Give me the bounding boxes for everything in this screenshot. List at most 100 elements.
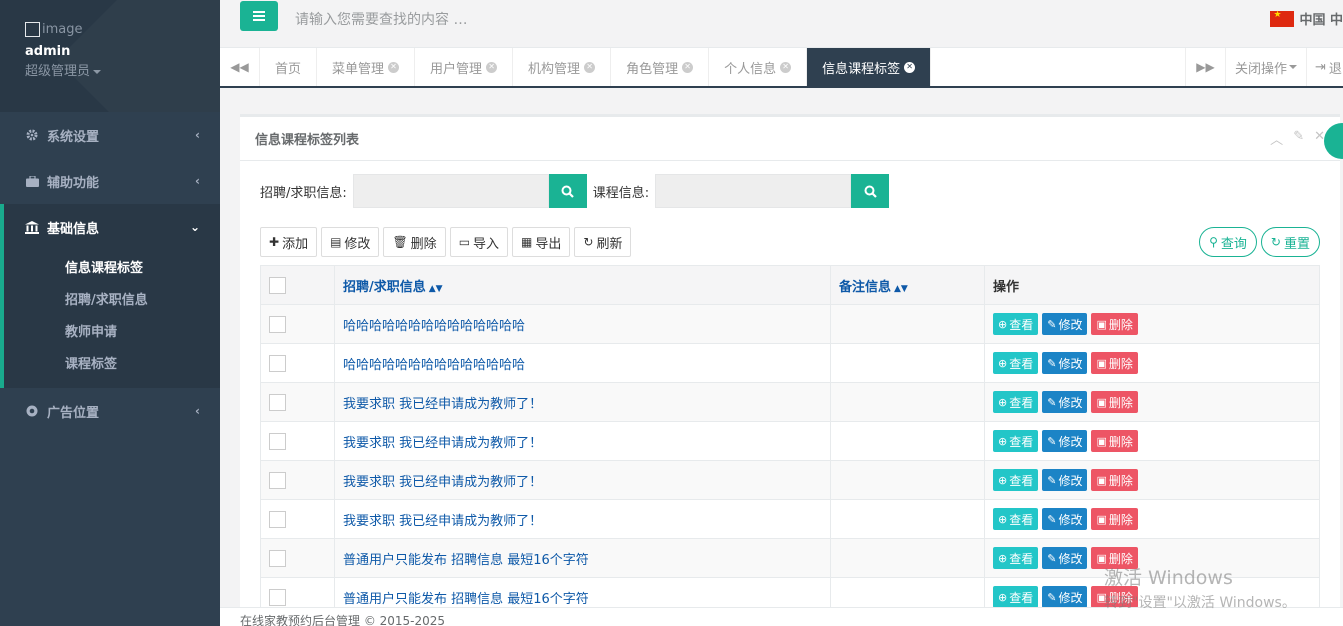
refresh-label: 刷新 bbox=[596, 236, 623, 252]
row-checkbox[interactable] bbox=[269, 354, 286, 372]
select-all-checkbox[interactable] bbox=[269, 276, 286, 294]
row-checkbox[interactable] bbox=[269, 432, 286, 450]
logout-label: 退 bbox=[1328, 61, 1342, 77]
view-button[interactable]: ⊕ 查看 bbox=[993, 430, 1039, 452]
menu-toggle-button[interactable] bbox=[240, 1, 278, 31]
view-button[interactable]: ⊕ 查看 bbox=[993, 352, 1039, 374]
view-button[interactable]: ⊕ 查看 bbox=[993, 391, 1039, 413]
close-icon[interactable]: ✕ bbox=[904, 61, 916, 73]
header-label: 备注信息 bbox=[839, 279, 892, 295]
row-checkbox[interactable] bbox=[269, 588, 286, 606]
file-icon: ▤ bbox=[330, 235, 342, 249]
row-checkbox[interactable] bbox=[269, 510, 286, 528]
sidebar-subitem-course-tag-info[interactable]: 信息课程标签 bbox=[4, 250, 220, 282]
tab-personal-info[interactable]: 个人信息 ✕ bbox=[709, 48, 808, 86]
close-icon[interactable]: ✕ bbox=[486, 61, 498, 73]
header-actions: 操作 bbox=[984, 265, 1320, 305]
close-icon[interactable]: ✕ bbox=[780, 61, 792, 73]
sidebar-subitem-recruit-info[interactable]: 招聘/求职信息 bbox=[4, 282, 220, 314]
language-selector[interactable]: 中国 中 bbox=[1270, 9, 1343, 28]
sidebar-item-ad-position[interactable]: 广告位置 ‹ bbox=[0, 388, 220, 434]
sidebar-subitem-teacher-apply[interactable]: 教师申请 bbox=[4, 314, 220, 346]
edit-button[interactable]: ▤ 修改 bbox=[321, 227, 380, 257]
sidebar-item-aux[interactable]: 辅助功能 ‹ bbox=[0, 158, 220, 204]
delete-button[interactable]: 🗑 删除 bbox=[383, 227, 446, 257]
row-checkbox[interactable] bbox=[269, 393, 286, 411]
row-edit-label: 修改 bbox=[1058, 590, 1083, 605]
row-edit-button[interactable]: ✎ 修改 bbox=[1042, 430, 1088, 452]
edit-icon: ✎ bbox=[1047, 395, 1057, 409]
close-icon[interactable]: ✕ bbox=[682, 61, 694, 73]
tab-org-management[interactable]: 机构管理 ✕ bbox=[513, 48, 612, 86]
row-edit-button[interactable]: ✎ 修改 bbox=[1042, 469, 1088, 491]
tab-menu-management[interactable]: 菜单管理 ✕ bbox=[317, 48, 416, 86]
edit-icon: ✎ bbox=[1047, 356, 1057, 370]
role-dropdown[interactable]: 超级管理员 bbox=[25, 60, 220, 79]
edit-icon: ✎ bbox=[1047, 473, 1057, 487]
row-delete-label: 删除 bbox=[1108, 434, 1133, 449]
search-icon bbox=[864, 185, 877, 198]
view-button[interactable]: ⊕ 查看 bbox=[993, 313, 1039, 335]
actions-cell: ⊕ 查看 ✎ 修改 ▣ 删除 bbox=[984, 343, 1320, 383]
row-delete-button[interactable]: ▣ 删除 bbox=[1091, 469, 1138, 491]
filter-course-input[interactable] bbox=[655, 174, 852, 208]
trash-icon: ▣ bbox=[1096, 590, 1107, 604]
view-label: 查看 bbox=[1009, 512, 1034, 527]
refresh-button[interactable]: ↻ 刷新 bbox=[574, 227, 632, 257]
tab-role-management[interactable]: 角色管理 ✕ bbox=[611, 48, 710, 86]
logout-button[interactable]: ⇥ 退 bbox=[1306, 48, 1343, 86]
view-button[interactable]: ⊕ 查看 bbox=[993, 547, 1039, 569]
tab-home[interactable]: 首页 bbox=[260, 48, 318, 86]
collapse-icon[interactable]: ︿ bbox=[1270, 129, 1283, 148]
import-button[interactable]: ▭ 导入 bbox=[449, 227, 509, 257]
tab-user-management[interactable]: 用户管理 ✕ bbox=[415, 48, 514, 86]
sidebar-item-basic-info[interactable]: 基础信息 ⌄ bbox=[4, 204, 220, 250]
export-button[interactable]: ▦ 导出 bbox=[512, 227, 571, 257]
row-edit-button[interactable]: ✎ 修改 bbox=[1042, 547, 1088, 569]
row-edit-button[interactable]: ✎ 修改 bbox=[1042, 391, 1088, 413]
view-button[interactable]: ⊕ 查看 bbox=[993, 508, 1039, 530]
row-checkbox[interactable] bbox=[269, 549, 286, 567]
row-delete-button[interactable]: ▣ 删除 bbox=[1091, 586, 1138, 608]
row-delete-button[interactable]: ▣ 删除 bbox=[1091, 391, 1138, 413]
trash-icon: ▣ bbox=[1096, 317, 1107, 331]
row-delete-button[interactable]: ▣ 删除 bbox=[1091, 547, 1138, 569]
avatar-alt-text: image bbox=[42, 21, 83, 37]
row-edit-button[interactable]: ✎ 修改 bbox=[1042, 313, 1088, 335]
row-checkbox[interactable] bbox=[269, 471, 286, 489]
row-checkbox[interactable] bbox=[269, 315, 286, 333]
filter-recruit-input[interactable] bbox=[352, 174, 549, 208]
query-button[interactable]: ⚲ 查询 bbox=[1199, 227, 1257, 257]
close-operations-dropdown[interactable]: 关闭操作 bbox=[1224, 48, 1306, 86]
row-delete-button[interactable]: ▣ 删除 bbox=[1091, 352, 1138, 374]
row-delete-button[interactable]: ▣ 删除 bbox=[1091, 430, 1138, 452]
view-button[interactable]: ⊕ 查看 bbox=[993, 586, 1039, 608]
close-icon[interactable]: ✕ bbox=[584, 61, 596, 73]
tabs-scroll-right-button[interactable]: ▶▶ bbox=[1184, 48, 1225, 86]
row-edit-button[interactable]: ✎ 修改 bbox=[1042, 586, 1088, 608]
row-delete-button[interactable]: ▣ 删除 bbox=[1091, 313, 1138, 335]
close-icon[interactable]: ✕ bbox=[388, 61, 400, 73]
row-delete-button[interactable]: ▣ 删除 bbox=[1091, 508, 1138, 530]
wrench-icon[interactable]: ✎ bbox=[1293, 129, 1304, 148]
reset-button[interactable]: ↻ 重置 bbox=[1260, 227, 1320, 257]
filter-course-search-button[interactable] bbox=[851, 174, 890, 208]
sidebar-subitem-course-tag[interactable]: 课程标签 bbox=[4, 346, 220, 378]
view-button[interactable]: ⊕ 查看 bbox=[993, 469, 1039, 491]
row-edit-button[interactable]: ✎ 修改 bbox=[1042, 508, 1088, 530]
header-note[interactable]: 备注信息 ▲▼ bbox=[830, 265, 985, 305]
row-edit-button[interactable]: ✎ 修改 bbox=[1042, 352, 1088, 374]
tab-course-tag-info[interactable]: 信息课程标签 ✕ bbox=[807, 48, 932, 86]
table-row: 哈哈哈哈哈哈哈哈哈哈哈哈哈哈 ⊕ 查看 ✎ 修改 ▣ 删除 bbox=[260, 304, 1320, 344]
sidebar-item-label: 辅助功能 bbox=[47, 175, 100, 191]
top-search-input[interactable]: 请输入您需要查找的内容 … bbox=[295, 9, 467, 29]
tabs-scroll-left-button[interactable]: ◀◀ bbox=[220, 48, 260, 86]
header-recruit-info[interactable]: 招聘/求职信息 ▲▼ bbox=[334, 265, 831, 305]
row-delete-label: 删除 bbox=[1108, 356, 1133, 371]
tab-label: 个人信息 bbox=[724, 61, 777, 77]
add-button[interactable]: ✚ 添加 bbox=[260, 227, 318, 257]
sidebar-item-system-settings[interactable]: 系统设置 ‹ bbox=[0, 112, 220, 158]
recruit-info-cell: 我要求职 我已经申请成为教师了！ bbox=[334, 460, 831, 500]
view-label: 查看 bbox=[1009, 434, 1034, 449]
filter-recruit-search-button[interactable] bbox=[548, 174, 587, 208]
